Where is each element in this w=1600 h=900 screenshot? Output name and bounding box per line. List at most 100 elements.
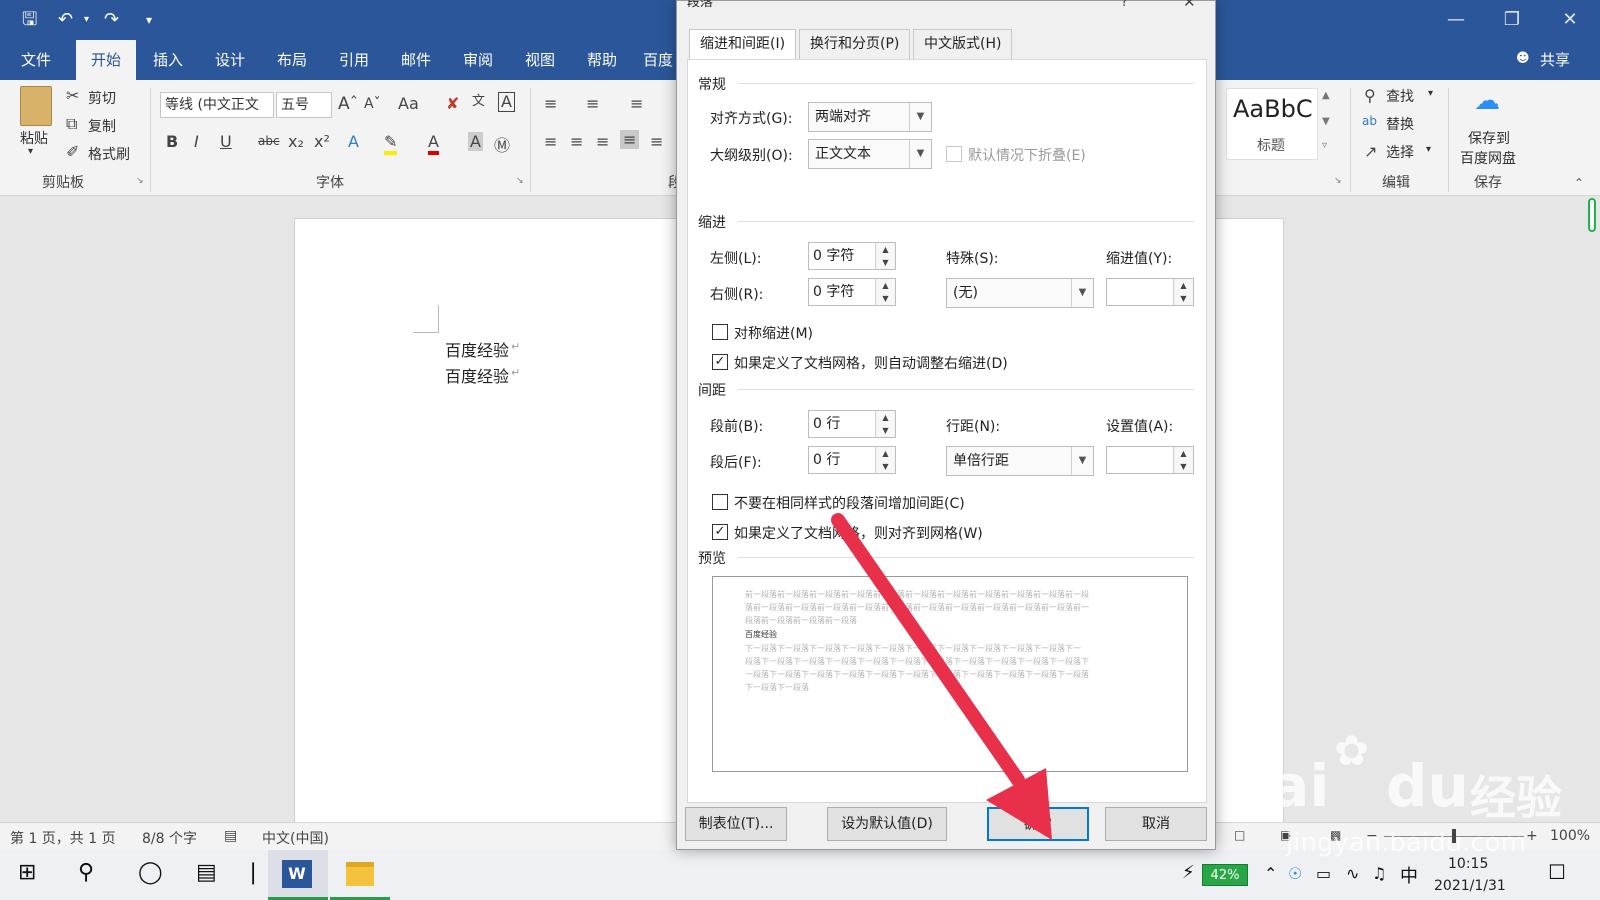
- gallery-down-icon[interactable]: ▼: [1322, 116, 1330, 127]
- style-gallery-item[interactable]: AaBbC 标题: [1226, 88, 1318, 160]
- save-icon[interactable]: 🖫: [22, 8, 37, 32]
- change-case-icon[interactable]: Aa: [398, 94, 419, 113]
- close-button[interactable]: ✕: [1550, 6, 1590, 34]
- strikethrough-icon[interactable]: abc: [258, 134, 280, 148]
- replace-button[interactable]: 替换: [1386, 114, 1414, 134]
- tab-insert[interactable]: 插入: [142, 40, 194, 80]
- justify-icon[interactable]: ≡: [620, 130, 640, 149]
- gallery-more-icon[interactable]: ▿: [1322, 140, 1327, 151]
- zoom-slider-handle[interactable]: [1452, 829, 1456, 843]
- baidu-disk-label[interactable]: 百度网盘: [1460, 148, 1516, 168]
- no-space-same-style-checkbox[interactable]: [712, 494, 728, 510]
- notification-center-icon[interactable]: ☐: [1548, 860, 1566, 884]
- select-dropdown-icon[interactable]: ▾: [1426, 144, 1431, 155]
- tab-mailings[interactable]: 邮件: [390, 40, 442, 80]
- char-shading-icon[interactable]: A: [468, 132, 483, 151]
- wifi-icon[interactable]: ∿: [1346, 864, 1359, 883]
- read-mode-icon[interactable]: □: [1234, 828, 1245, 842]
- ime-indicator[interactable]: 中: [1400, 862, 1418, 888]
- windows-start-icon[interactable]: ⊞: [18, 860, 36, 885]
- web-layout-icon[interactable]: ▩: [1330, 828, 1341, 842]
- scrollbar-thumb[interactable]: [1588, 198, 1596, 232]
- gallery-up-icon[interactable]: ▲: [1322, 90, 1330, 101]
- paste-icon[interactable]: [20, 86, 52, 126]
- document-line[interactable]: 百度经验: [445, 337, 509, 361]
- page-count[interactable]: 第 1 页，共 1 页: [10, 828, 116, 848]
- tab-asian-typography[interactable]: 中文版式(H): [913, 29, 1013, 59]
- alignment-select[interactable]: 两端对齐 ▼: [808, 102, 932, 132]
- spin-down-icon[interactable]: ▼: [875, 424, 895, 437]
- restore-button[interactable]: ❐: [1492, 6, 1532, 34]
- font-family-select[interactable]: 等线 (中文正文: [160, 92, 274, 118]
- text-effects-icon[interactable]: A: [348, 132, 359, 151]
- tab-review[interactable]: 审阅: [452, 40, 504, 80]
- language-status[interactable]: 中文(中国): [262, 828, 329, 848]
- align-right-icon[interactable]: ≡: [596, 132, 609, 151]
- phonetic-guide-icon[interactable]: 文: [472, 90, 485, 109]
- tab-file[interactable]: 文件: [10, 40, 62, 80]
- customize-qat-icon[interactable]: ▾: [146, 8, 152, 32]
- tab-baidu[interactable]: 百度: [638, 40, 678, 80]
- battery-indicator[interactable]: 42%: [1202, 864, 1248, 886]
- spin-up-icon[interactable]: ▲: [875, 279, 895, 292]
- tab-references[interactable]: 引用: [328, 40, 380, 80]
- numbering-icon[interactable]: ≡: [586, 94, 599, 113]
- zoom-level[interactable]: 100%: [1550, 828, 1590, 844]
- word-taskbar-button[interactable]: W: [268, 850, 328, 900]
- format-painter-button[interactable]: 格式刷: [88, 144, 130, 164]
- mirror-indent-checkbox[interactable]: [712, 324, 728, 340]
- space-after-spinner[interactable]: 0 行 ▲ ▼: [808, 446, 896, 474]
- document-line[interactable]: 百度经验: [445, 363, 509, 387]
- paste-button[interactable]: 粘贴: [20, 128, 48, 148]
- show-hidden-icons[interactable]: ⌃: [1264, 864, 1277, 883]
- collapse-ribbon-icon[interactable]: ⌃: [1574, 176, 1584, 190]
- cancel-button[interactable]: 取消: [1105, 807, 1207, 841]
- zoom-out-icon[interactable]: −: [1366, 828, 1378, 844]
- align-center-icon[interactable]: ≡: [570, 132, 583, 151]
- bullets-icon[interactable]: ≡: [544, 94, 557, 113]
- spin-down-icon[interactable]: ▼: [1173, 292, 1193, 305]
- snap-to-grid-checkbox[interactable]: ✓: [712, 524, 728, 540]
- undo-dropdown-icon[interactable]: ▾: [84, 8, 89, 32]
- tab-indents-spacing[interactable]: 缩进和间距(I): [689, 29, 797, 60]
- paste-dropdown-icon[interactable]: ▾: [28, 146, 33, 157]
- enclose-char-icon[interactable]: Ⓜ: [494, 132, 510, 156]
- tab-help[interactable]: 帮助: [576, 40, 628, 80]
- save-to-label[interactable]: 保存到: [1468, 128, 1510, 148]
- line-spacing-select[interactable]: 单倍行距 ▼: [946, 446, 1094, 476]
- minimize-button[interactable]: —: [1436, 6, 1476, 34]
- superscript-icon[interactable]: x²: [314, 132, 330, 151]
- clock-time[interactable]: 10:15: [1448, 856, 1488, 872]
- line-spacing-at-spinner[interactable]: ▲ ▼: [1106, 446, 1194, 474]
- italic-icon[interactable]: I: [194, 132, 199, 151]
- clock-date[interactable]: 2021/1/31: [1434, 878, 1506, 894]
- highlight-icon[interactable]: ✎: [384, 132, 398, 155]
- indent-by-spinner[interactable]: ▲ ▼: [1106, 278, 1194, 306]
- subscript-icon[interactable]: x₂: [288, 132, 304, 151]
- align-left-icon[interactable]: ≡: [544, 132, 557, 151]
- tab-layout[interactable]: 布局: [266, 40, 318, 80]
- clipboard-launcher-icon[interactable]: ↘: [136, 176, 144, 186]
- char-border-icon[interactable]: A: [498, 92, 515, 112]
- set-default-button[interactable]: 设为默认值(D): [827, 807, 947, 841]
- undo-icon[interactable]: ↶: [58, 8, 73, 32]
- find-dropdown-icon[interactable]: ▾: [1428, 88, 1433, 99]
- battery-icon[interactable]: ▭: [1316, 864, 1331, 883]
- explorer-taskbar-button[interactable]: [330, 850, 390, 900]
- spin-up-icon[interactable]: ▲: [875, 411, 895, 424]
- indent-right-spinner[interactable]: 0 字符 ▲ ▼: [808, 278, 896, 306]
- tab-line-page-breaks[interactable]: 换行和分页(P): [799, 29, 911, 59]
- zoom-in-icon[interactable]: +: [1526, 828, 1538, 844]
- proofing-icon[interactable]: ▤: [224, 828, 237, 844]
- bold-icon[interactable]: B: [166, 132, 178, 151]
- copy-button[interactable]: 复制: [88, 116, 116, 136]
- multilevel-list-icon[interactable]: ≡: [630, 94, 643, 113]
- word-count[interactable]: 8/8 个字: [142, 828, 197, 848]
- print-layout-icon[interactable]: ▣: [1280, 828, 1291, 842]
- spin-up-icon[interactable]: ▲: [1173, 279, 1193, 292]
- dialog-close-icon[interactable]: ✕: [1183, 0, 1196, 11]
- tab-view[interactable]: 视图: [514, 40, 566, 80]
- spin-down-icon[interactable]: ▼: [875, 292, 895, 305]
- underline-icon[interactable]: U: [220, 132, 232, 151]
- auto-adjust-indent-checkbox[interactable]: ✓: [712, 354, 728, 370]
